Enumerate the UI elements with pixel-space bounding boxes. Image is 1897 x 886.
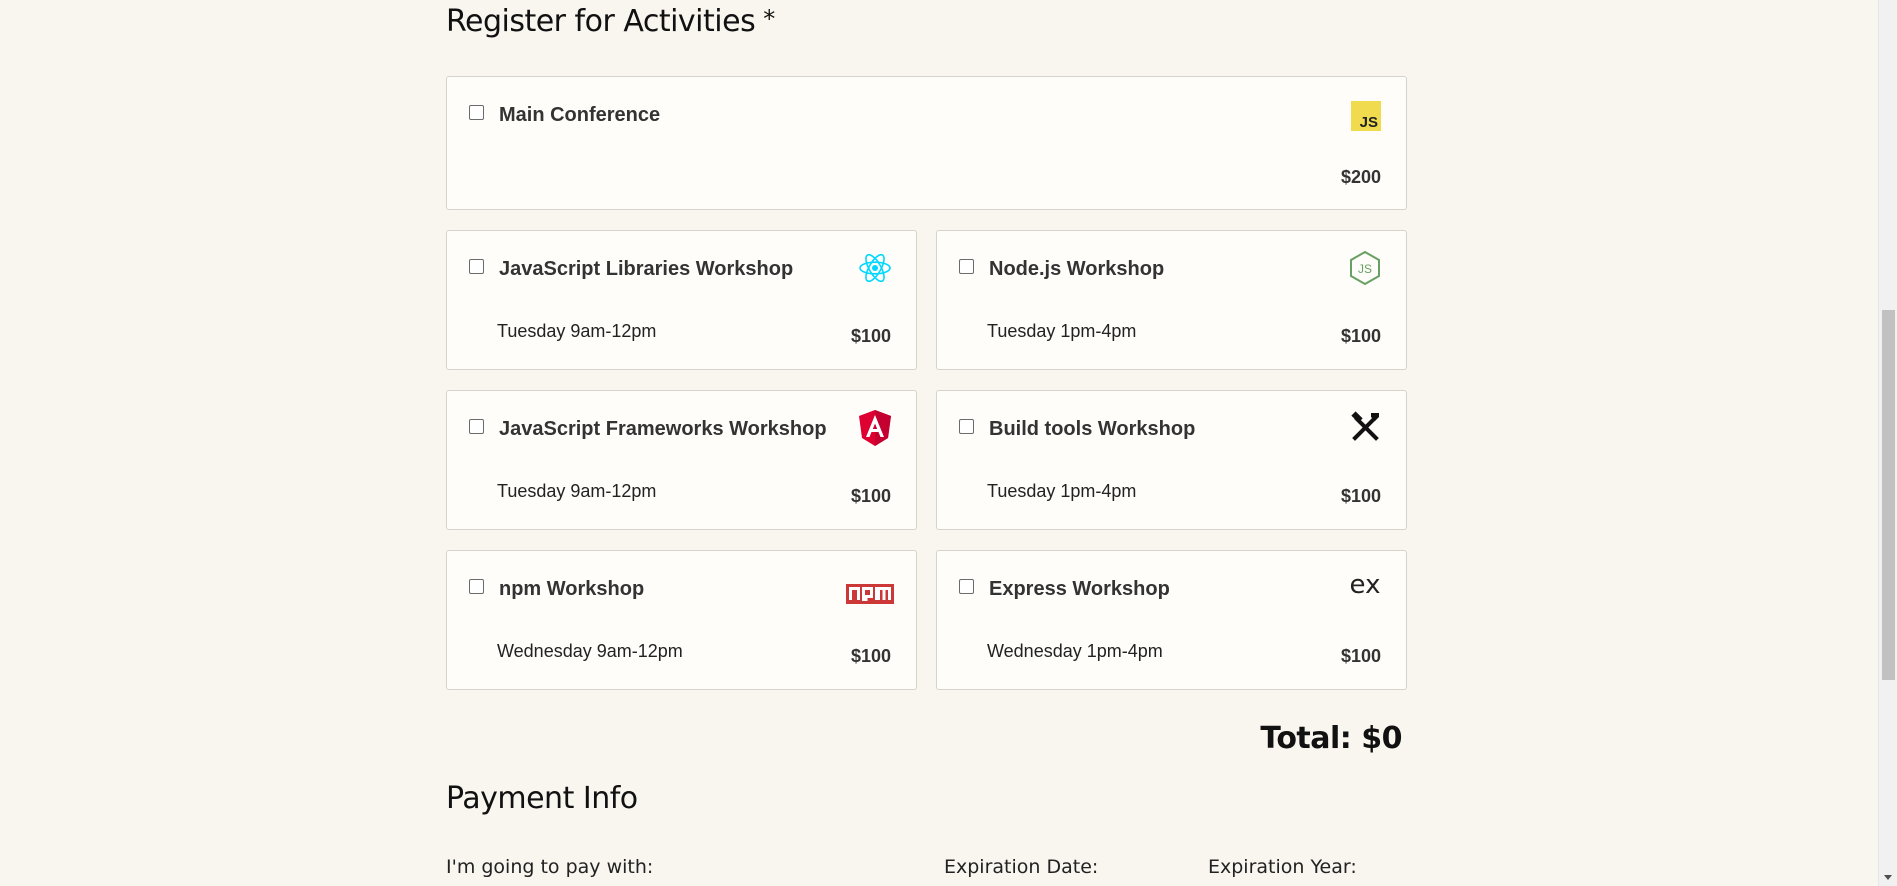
activity-time: Wednesday 9am-12pm [497, 641, 683, 661]
activity-name: Node.js Workshop [989, 258, 1165, 280]
activity-card-express[interactable]: Express Workshop ex Wednesday 1pm-4pm $1… [936, 550, 1407, 690]
total-cost: Total: $0 [1260, 721, 1402, 756]
exp-date-label: Expiration Date: [944, 856, 1099, 878]
required-mark: * [763, 5, 775, 33]
activity-name: Express Workshop [989, 578, 1170, 600]
activity-name: JavaScript Frameworks Workshop [499, 418, 827, 440]
nodejs-icon: JS [1348, 250, 1382, 286]
activity-time: Tuesday 1pm-4pm [987, 321, 1137, 341]
activity-name: Build tools Workshop [989, 418, 1196, 440]
activity-time: Wednesday 1pm-4pm [987, 641, 1163, 661]
payment-heading: Payment Info [446, 781, 638, 816]
pay-with-label: I'm going to pay with: [446, 856, 654, 878]
activity-name: npm Workshop [499, 578, 645, 600]
main-conference-checkbox[interactable] [469, 105, 484, 120]
activity-price: $200 [1340, 167, 1381, 187]
build-tools-checkbox[interactable] [959, 419, 974, 434]
vertical-scrollbar[interactable] [1878, 0, 1897, 886]
activity-price: $100 [1340, 646, 1381, 666]
activity-time: Tuesday 9am-12pm [497, 481, 657, 501]
activity-name: Main Conference [499, 104, 661, 126]
svg-text:JS: JS [1360, 114, 1378, 131]
activity-price: $100 [850, 326, 891, 346]
activity-card-js-frameworks[interactable]: JavaScript Frameworks Workshop Tuesday 9… [446, 390, 917, 530]
npm-icon [846, 577, 894, 611]
scrollbar-thumb[interactable] [1882, 310, 1895, 680]
activity-price: $100 [1340, 326, 1381, 346]
npm-checkbox[interactable] [469, 579, 484, 594]
activities-heading: Register for Activities * [446, 4, 775, 39]
activity-price: $100 [850, 646, 891, 666]
activities-heading-text: Register for Activities [446, 4, 756, 39]
activity-price: $100 [850, 486, 891, 506]
activity-time: Tuesday 1pm-4pm [987, 481, 1137, 501]
activity-card-nodejs[interactable]: Node.js Workshop JS Tuesday 1pm-4pm $100 [936, 230, 1407, 370]
activity-time: Tuesday 9am-12pm [497, 321, 657, 341]
activity-card-npm[interactable]: npm Workshop Wednesday 9am-12pm $100 [446, 550, 917, 690]
activity-name: JavaScript Libraries Workshop [499, 258, 794, 280]
nodejs-checkbox[interactable] [959, 259, 974, 274]
tools-icon [1348, 409, 1382, 443]
activity-card-js-libraries[interactable]: JavaScript Libraries Workshop Tuesday 9a… [446, 230, 917, 370]
express-icon: ex [1348, 567, 1382, 601]
react-icon [858, 251, 892, 285]
js-frameworks-checkbox[interactable] [469, 419, 484, 434]
activity-card-main-conference[interactable]: Main Conference JS $200 [446, 76, 1407, 210]
js-libraries-checkbox[interactable] [469, 259, 484, 274]
exp-year-label: Expiration Year: [1208, 856, 1357, 878]
svg-text:JS: JS [1358, 262, 1372, 276]
express-checkbox[interactable] [959, 579, 974, 594]
js-icon: JS [1351, 101, 1381, 131]
svg-text:ex: ex [1350, 570, 1381, 600]
scroll-down-arrow-icon[interactable] [1884, 875, 1892, 880]
angular-icon [858, 410, 892, 446]
activity-card-build-tools[interactable]: Build tools Workshop Tuesday 1pm-4pm $10… [936, 390, 1407, 530]
activity-price: $100 [1340, 486, 1381, 506]
